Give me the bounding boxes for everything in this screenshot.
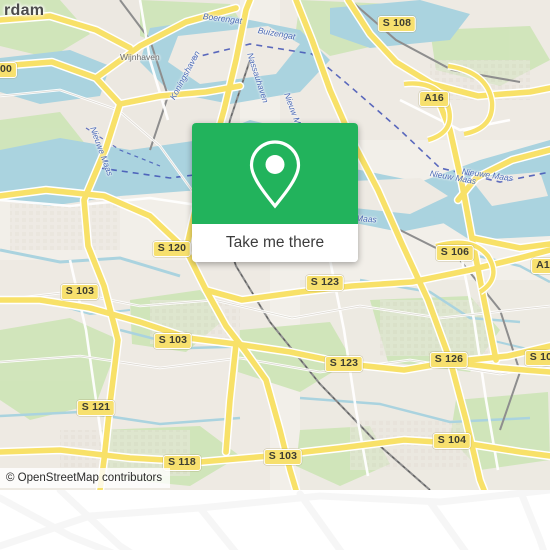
moovit-place-card-screenshot: rdam Boerengat Buizengat Wijnhaven Nassa… [0, 0, 550, 550]
road-shield[interactable]: S 103 [263, 449, 303, 465]
card-cta[interactable]: Take me there [192, 224, 358, 262]
water-label: Maas [355, 213, 378, 225]
card-cta-label: Take me there [225, 234, 325, 251]
road-shield[interactable]: S 123 [324, 356, 364, 372]
road-shield[interactable]: S 103 [153, 333, 193, 349]
road-shield[interactable]: A1 [531, 258, 550, 274]
card-pin-area [192, 123, 358, 224]
road-shield[interactable]: S 103 [60, 284, 100, 300]
road-shield[interactable]: S 126 [429, 352, 469, 368]
road-shield[interactable]: A16 [419, 91, 449, 107]
map-pin-icon [249, 139, 301, 209]
road-shield[interactable]: S 120 [152, 241, 192, 257]
road-shield[interactable]: 00 [0, 62, 18, 78]
take-me-there-card[interactable]: Take me there [192, 123, 358, 262]
road-shield[interactable]: S 104 [432, 433, 472, 449]
footer-bar: Slijterij Zuid, Netherlands moovit [0, 490, 550, 550]
street-label: Wijnhaven [120, 52, 160, 62]
city-label: rdam [4, 2, 45, 19]
road-shield[interactable]: S 108 [377, 16, 417, 32]
road-shield[interactable]: S 109 [524, 350, 550, 366]
road-shield[interactable]: S 121 [76, 400, 116, 416]
road-shield[interactable]: S 106 [435, 245, 475, 261]
road-shield[interactable]: S 123 [305, 275, 345, 291]
osm-attribution[interactable]: © OpenStreetMap contributors [0, 468, 171, 488]
footer-map-watermark [0, 490, 550, 550]
